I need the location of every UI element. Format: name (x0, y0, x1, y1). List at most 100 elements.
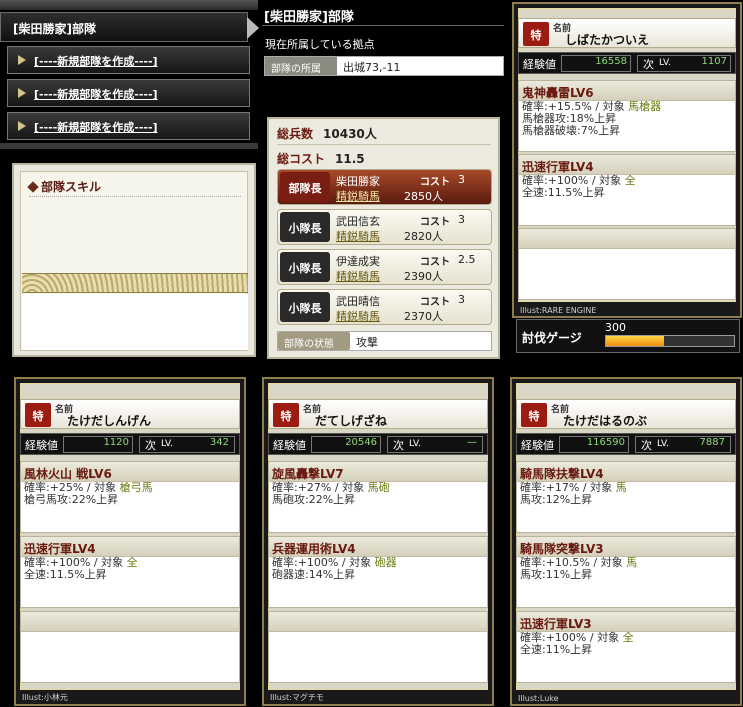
skill-target: 馬砲 (367, 481, 390, 494)
skill-target: 馬 (626, 556, 638, 569)
troop-panel: 総兵数 10430人 総コスト 11.5 部隊長 柴田勝家 コスト 3 精鋭騎馬 2… (267, 117, 500, 359)
unit-skill-body (22, 294, 248, 350)
skill-slot-1[interactable]: 騎馬隊扶撃LV4 確率:+17% / 対象 馬 馬攻:12%上昇 (516, 461, 736, 533)
skill-target: 砲器 (374, 556, 397, 569)
member-unit-type[interactable]: 精鋭騎馬 (336, 268, 380, 284)
unit-skill-panel: 部隊スキル (12, 163, 256, 357)
skill-line: 砲器速:14%上昇 (272, 568, 356, 581)
exp-label: 経験値 (521, 439, 554, 452)
member-cost: 3 (458, 213, 465, 226)
unit-status-value: 攻撃 (356, 336, 378, 349)
skill-target: 全 (126, 556, 138, 569)
member-name: 武田信玄 (336, 215, 380, 228)
member-captain-2[interactable]: 小隊長 伊達成実 コスト 2.5 精鋭騎馬 2390人 (277, 249, 492, 285)
member-captain-1[interactable]: 小隊長 武田信玄 コスト 3 精鋭騎馬 2820人 (277, 209, 492, 245)
gauge-fill (606, 336, 664, 346)
unit-status-label: 部隊の状態 (278, 332, 350, 350)
skill-slot-3[interactable] (518, 228, 736, 300)
nav-bottom-bar (0, 143, 258, 149)
cost-label: コスト (420, 217, 450, 228)
skill-line: 馬槍器破壊:7%上昇 (522, 124, 621, 137)
member-captain-3[interactable]: 小隊長 武田晴信 コスト 3 精鋭騎馬 2370人 (277, 289, 492, 325)
divider (277, 144, 491, 145)
skill-slot-2[interactable]: 迅速行軍LV4 確率:+100% / 対象 全 全速:11.5%上昇 (518, 154, 736, 226)
gauge-bar (605, 335, 735, 347)
create-unit-label[interactable]: [----新規部隊を作成----] (34, 55, 158, 68)
skill-slot-1[interactable]: 風林火山 戦LV6 確率:+25% / 対象 槍弓馬 槍弓馬攻:22%上昇 (20, 461, 240, 533)
officer-card-3[interactable]: 特 名前 たけだはるのぶ 経験値 116590 次 LV. 7887 騎馬隊扶撃… (510, 377, 742, 706)
triangle-right-icon (18, 121, 26, 131)
skill-slot-3[interactable]: 迅速行軍LV3 確率:+100% / 対象 全 全速:11%上昇 (516, 611, 736, 683)
illust-credit: Illust:マグチモ (270, 693, 324, 702)
illust-credit: Illust:RARE ENGINE (520, 306, 597, 315)
create-unit-link-3[interactable]: [----新規部隊を作成----] (7, 112, 250, 140)
exp-label: 経験値 (25, 439, 58, 452)
skill-line: 全速:11.5%上昇 (24, 568, 107, 581)
skill-line: 馬攻:12%上昇 (520, 493, 593, 506)
skill-slot-1[interactable]: 鬼神轟雷LV6 確率:+15.5% / 対象 馬槍器 馬槍器攻:18%上昇 馬槍… (518, 80, 736, 152)
role-badge: 小隊長 (280, 292, 330, 322)
seal-icon: 特 (521, 403, 547, 427)
member-cost: 3 (458, 293, 465, 306)
member-count: 2850人 (404, 190, 443, 203)
illust-credit: Illust:Luke (518, 694, 559, 703)
skill-target: 馬 (615, 481, 627, 494)
skill-slot-2[interactable]: 迅速行軍LV4 確率:+100% / 対象 全 全速:11.5%上昇 (20, 536, 240, 608)
create-unit-label[interactable]: [----新規部隊を作成----] (34, 121, 158, 134)
officer-card-0[interactable]: 特 名前 しばたかついえ 経験値 16558 次 LV. 1107 鬼神轟雷LV… (512, 2, 742, 318)
divider (29, 196, 241, 197)
card-name-row: 特 名前 しばたかついえ (518, 18, 736, 48)
member-unit-type[interactable]: 精鋭騎馬 (336, 308, 380, 324)
triangle-right-icon (18, 55, 26, 65)
divider (262, 25, 504, 26)
nav-top-bar (0, 0, 258, 10)
skill-title: 風林火山 戦LV6 (21, 462, 239, 482)
base-value: 出城73,-11 (343, 61, 401, 74)
unit-nav-header[interactable]: [柴田勝家]部隊 (0, 12, 259, 42)
skill-slot-3[interactable] (268, 611, 488, 683)
card-stats: 経験値 1120 次 LV. 342 (20, 433, 240, 455)
skill-slot-2[interactable]: 兵器運用術LV4 確率:+100% / 対象 砲器 砲器速:14%上昇 (268, 536, 488, 608)
total-cost-value: 11.5 (335, 152, 365, 166)
exp-value: 116590 (586, 437, 625, 448)
skill-slot-3[interactable] (20, 611, 240, 683)
create-unit-link-1[interactable]: [----新規部隊を作成----] (7, 46, 250, 74)
skill-title: 旋風轟撃LV7 (269, 462, 487, 482)
skill-title: 迅速行軍LV3 (517, 612, 735, 632)
illust-credit: Illust:小林元 (22, 693, 68, 702)
role-badge: 小隊長 (280, 212, 330, 242)
total-soldiers: 総兵数 10430人 (277, 125, 377, 142)
skill-line: 全速:11.5%上昇 (522, 186, 605, 199)
member-name: 武田晴信 (336, 295, 380, 308)
member-unit-type[interactable]: 精鋭騎馬 (336, 188, 380, 204)
skill-slot-2[interactable]: 騎馬隊突撃LV3 確率:+10.5% / 対象 馬 馬攻:11%上昇 (516, 536, 736, 608)
officer-name: だてしげざね (315, 414, 388, 428)
member-count: 2820人 (404, 230, 443, 243)
unit-skill-title-text: 部隊スキル (41, 180, 102, 194)
total-soldiers-label: 総兵数 (277, 127, 314, 141)
member-leader[interactable]: 部隊長 柴田勝家 コスト 3 精鋭騎馬 2850人 (277, 169, 492, 205)
card-name-row: 特 名前 たけだしんげん (20, 399, 240, 429)
member-name: 伊達成実 (336, 255, 380, 268)
skill-line: 槍弓馬攻:22%上昇 (24, 493, 119, 506)
triangle-right-icon (18, 88, 26, 98)
create-unit-label[interactable]: [----新規部隊を作成----] (34, 88, 158, 101)
skill-slot-1[interactable]: 旋風轟撃LV7 確率:+27% / 対象 馬砲 馬砲攻:22%上昇 (268, 461, 488, 533)
diamond-icon (27, 181, 39, 193)
cost-label: コスト (420, 257, 450, 268)
exp-value: 16558 (595, 56, 627, 67)
skill-line: 馬攻:11%上昇 (520, 568, 593, 581)
gauge-label: 討伐ゲージ (522, 331, 582, 345)
member-unit-type[interactable]: 精鋭騎馬 (336, 228, 380, 244)
arrow-right-icon (247, 17, 259, 39)
member-count: 2390人 (404, 270, 443, 283)
role-badge: 小隊長 (280, 252, 330, 282)
next-value: 7887 (699, 437, 725, 448)
officer-card-2[interactable]: 特 名前 だてしげざね 経験値 20546 次 LV. — 旋風轟撃LV7 確率… (262, 377, 494, 706)
skill-line: 全速:11%上昇 (520, 643, 593, 656)
subjugation-gauge: 討伐ゲージ 300 (516, 319, 740, 353)
seal-icon: 特 (25, 403, 51, 427)
create-unit-link-2[interactable]: [----新規部隊を作成----] (7, 79, 250, 107)
skill-title (269, 612, 487, 632)
officer-card-1[interactable]: 特 名前 たけだしんげん 経験値 1120 次 LV. 342 風林火山 戦LV… (14, 377, 246, 706)
